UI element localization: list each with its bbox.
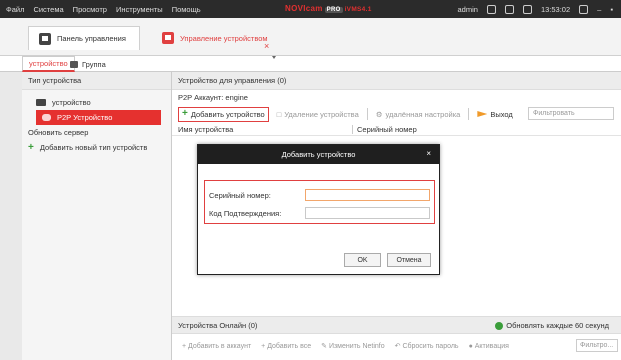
serial-number-input[interactable] [304, 189, 430, 201]
ok-button[interactable]: OK [344, 253, 381, 267]
add-device-dialog: Добавить устройство × Серийный номер: Ко… [197, 144, 440, 275]
cancel-button[interactable]: Отмена [387, 253, 431, 267]
dialog-buttons: OK Отмена [344, 253, 431, 267]
code-row: Код Подтверждения: [209, 205, 430, 221]
close-icon[interactable]: × [426, 149, 431, 158]
dialog-form: Серийный номер: Код Подтверждения: [204, 180, 435, 224]
verification-code-label: Код Подтверждения: [209, 208, 282, 218]
verification-code-input[interactable] [304, 207, 430, 219]
dialog-title-bar: Добавить устройство × [198, 145, 439, 164]
dialog-title: Добавить устройство [281, 150, 356, 159]
serial-label: Серийный номер: [209, 190, 271, 200]
serial-row: Серийный номер: [209, 187, 430, 203]
